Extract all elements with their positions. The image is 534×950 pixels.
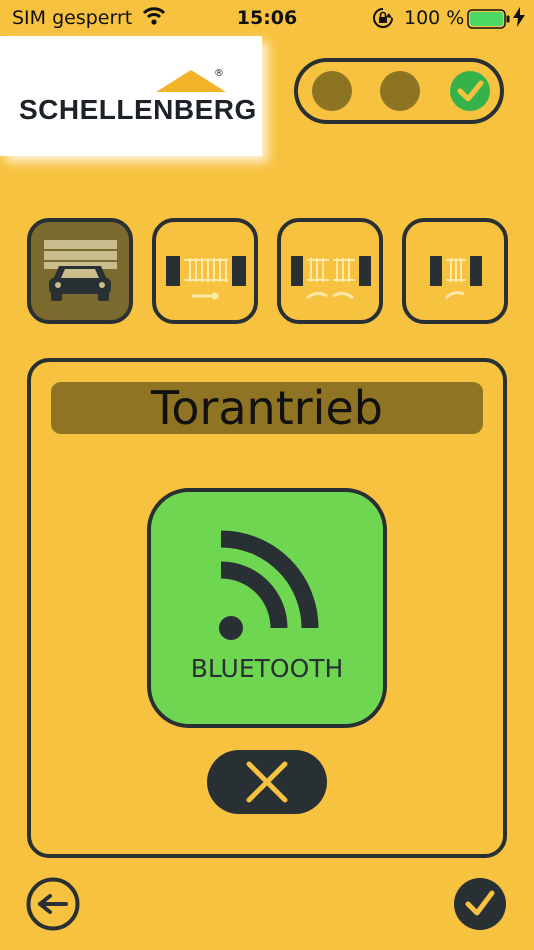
double-gate-icon xyxy=(291,256,371,300)
arrow-left-icon xyxy=(26,877,80,931)
registered-mark: ® xyxy=(214,68,224,79)
bluetooth-label: BLUETOOTH xyxy=(190,654,344,683)
connection-step-indicator xyxy=(294,58,504,124)
step-indicator-1 xyxy=(312,71,352,111)
battery-icon xyxy=(467,9,511,34)
orientation-lock-icon xyxy=(372,7,394,34)
checkmark-icon xyxy=(454,878,506,930)
mode-sliding-gate-button[interactable] xyxy=(152,218,258,324)
back-button[interactable] xyxy=(26,877,80,936)
panel-title: Torantrieb xyxy=(51,382,483,434)
mode-garage-door-button[interactable] xyxy=(27,218,133,324)
mode-single-wing-gate-button[interactable] xyxy=(402,218,508,324)
garage-car-icon xyxy=(44,240,117,301)
mode-double-wing-gate-button[interactable] xyxy=(277,218,383,324)
step-indicator-2 xyxy=(380,71,420,111)
checkmark-icon xyxy=(457,80,484,102)
step-indicator-3-complete xyxy=(450,71,490,111)
charging-bolt-icon xyxy=(513,7,525,32)
status-bar: SIM gesperrt 15:06 100 % xyxy=(0,0,534,36)
close-icon xyxy=(246,761,288,803)
bluetooth-connect-button[interactable]: BLUETOOTH xyxy=(147,488,387,728)
confirm-button[interactable] xyxy=(453,877,507,936)
sliding-gate-icon xyxy=(166,256,246,301)
brand-logo: SCHELLENBERG xyxy=(19,94,257,125)
cancel-button[interactable] xyxy=(207,750,327,814)
single-gate-icon xyxy=(430,256,482,300)
bluetooth-signal-icon xyxy=(219,530,319,640)
battery-percent: 100 % xyxy=(404,7,465,29)
